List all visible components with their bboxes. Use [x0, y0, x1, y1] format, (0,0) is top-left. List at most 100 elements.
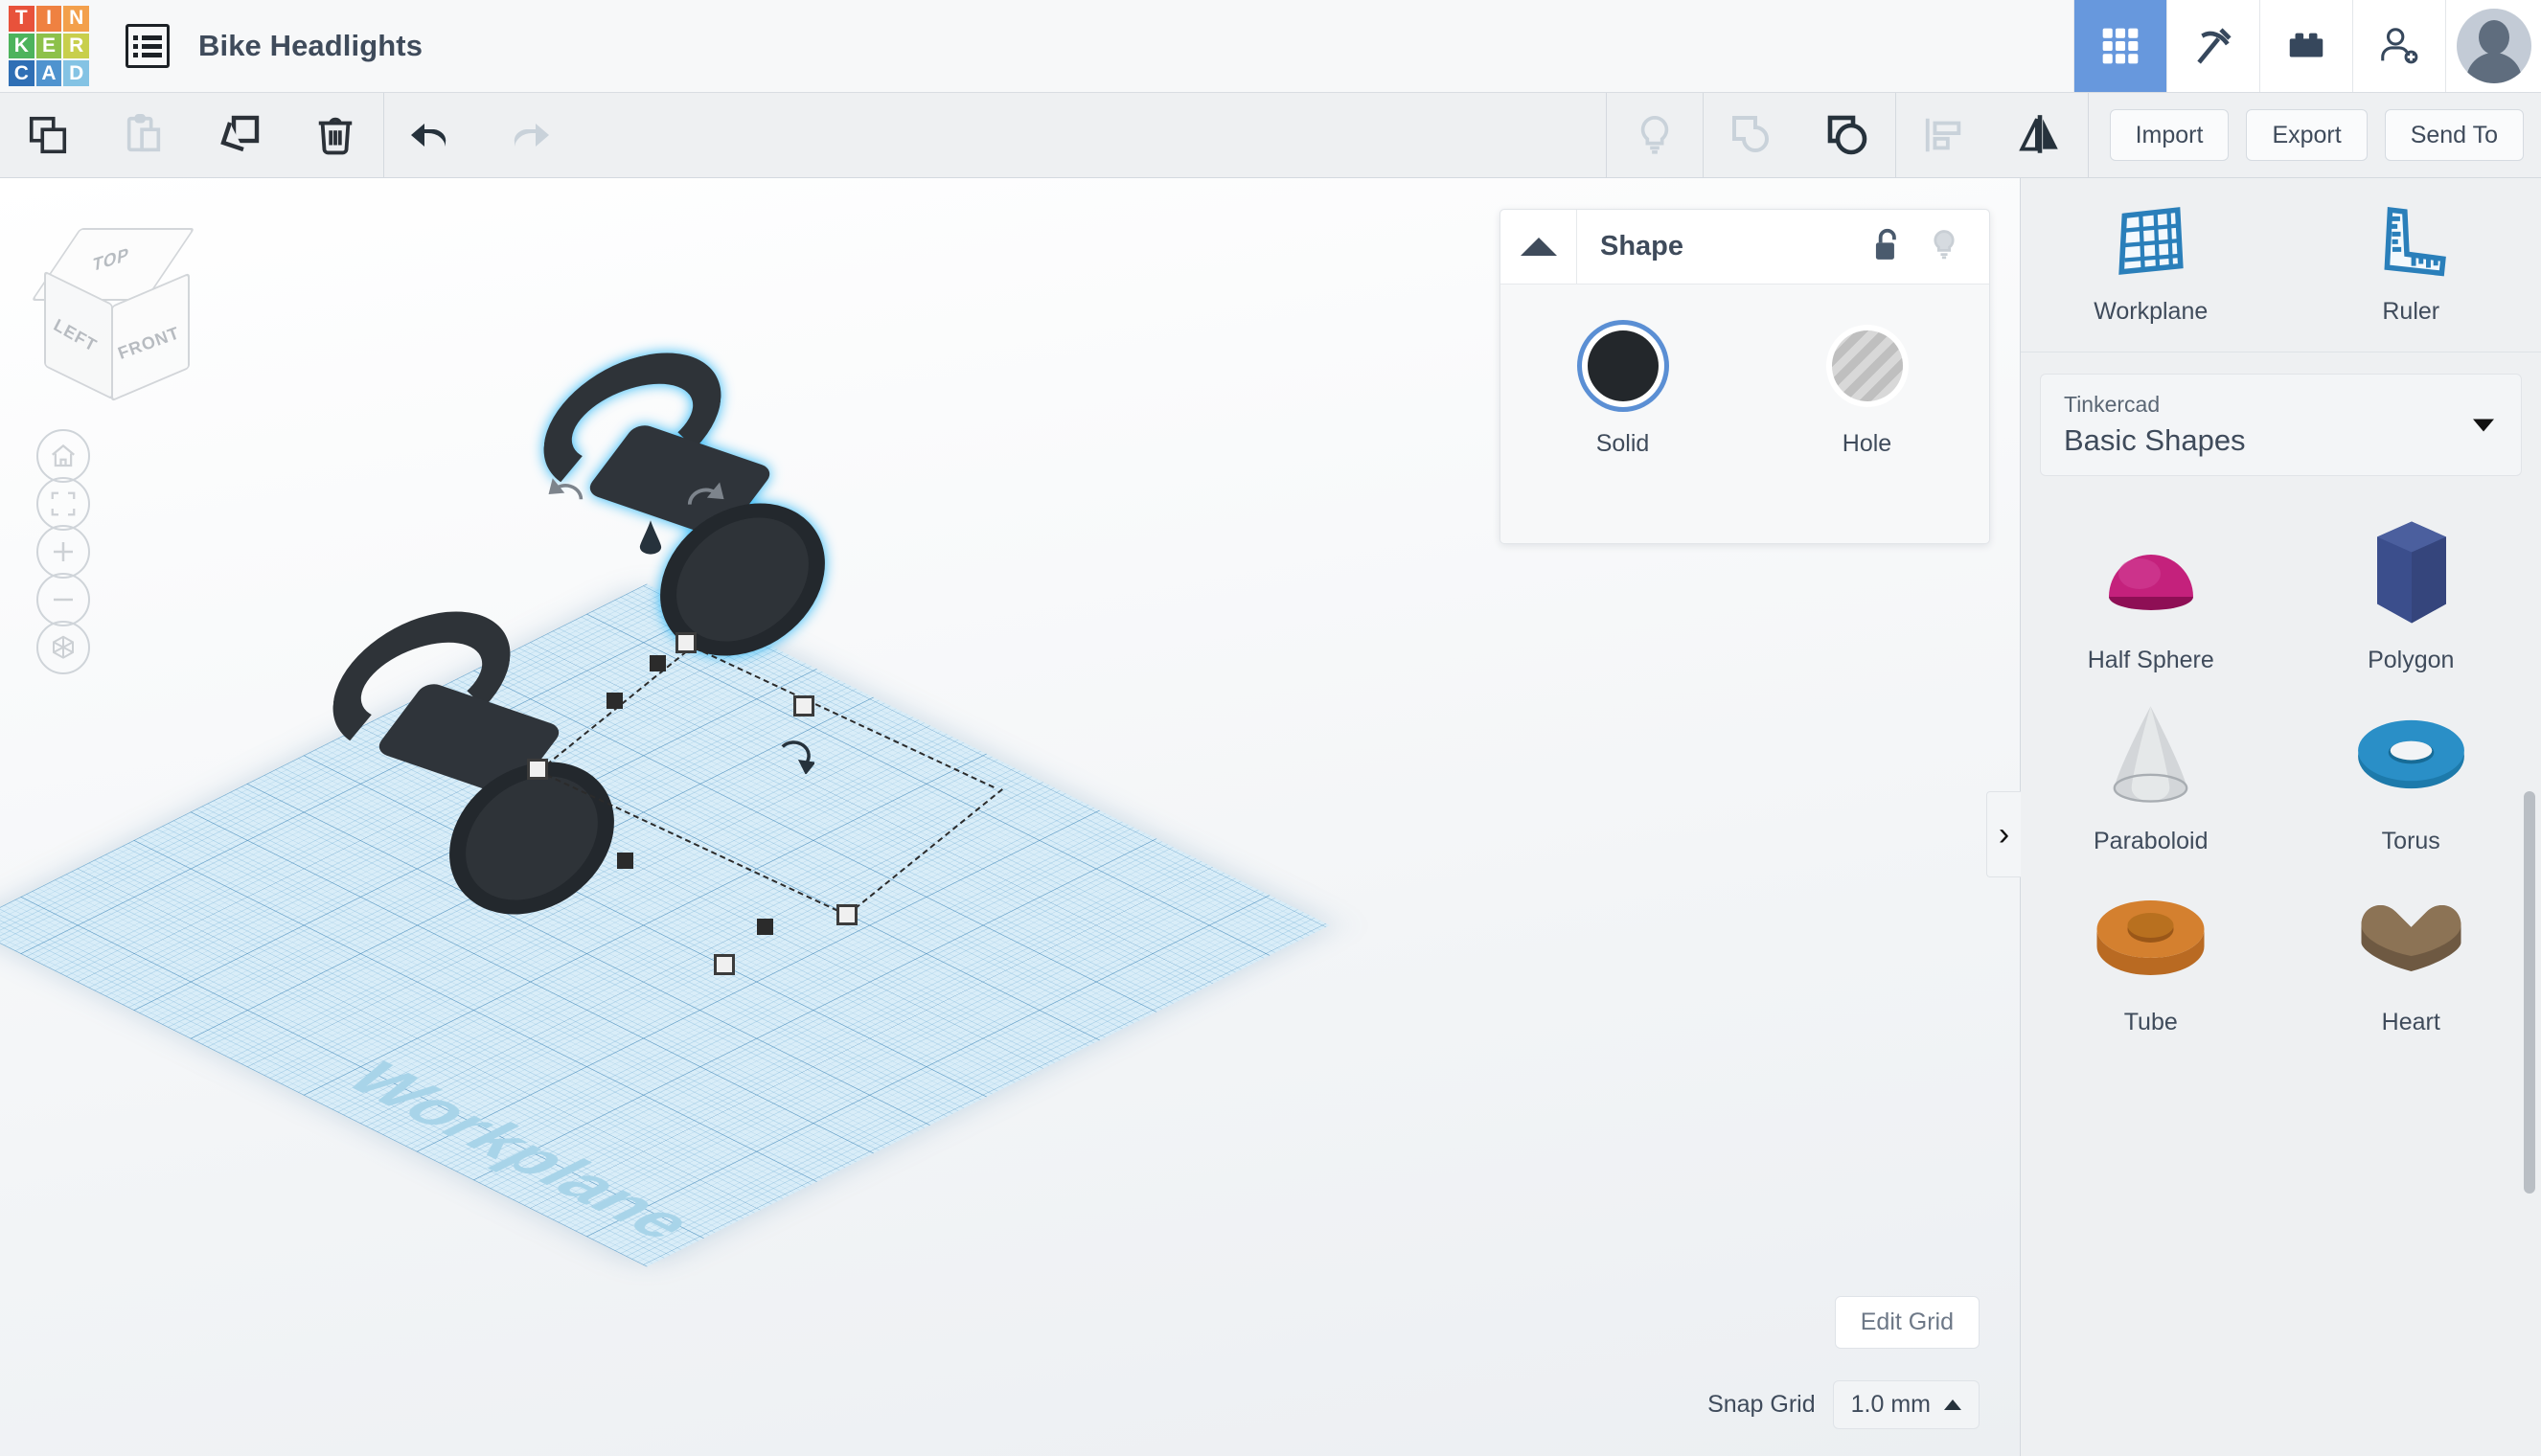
page-title[interactable]: Bike Headlights — [198, 29, 423, 63]
hole-label: Hole — [1843, 430, 1891, 458]
copy-icon[interactable] — [0, 93, 96, 177]
shape-panel-header-icons — [1870, 226, 1960, 267]
library-group-label: Tinkercad — [2064, 392, 2498, 418]
zoom-in-icon[interactable] — [36, 525, 90, 579]
torus-thumb — [2334, 682, 2487, 826]
export-button[interactable]: Export — [2246, 109, 2367, 161]
home-view-icon[interactable] — [36, 429, 90, 483]
view-orientation-cube[interactable]: TOP LEFT FRONT — [36, 226, 204, 384]
shape-inspector-panel: Shape Solid — [1499, 209, 1990, 544]
midpoint-handle[interactable] — [607, 693, 623, 709]
caret-up-icon — [1944, 1399, 1961, 1410]
sidebar-tool-ruler[interactable]: Ruler — [2281, 178, 2541, 352]
midpoint-handle[interactable] — [617, 853, 633, 869]
solid-swatch — [1588, 330, 1659, 401]
shape-item-paraboloid[interactable]: Paraboloid — [2021, 682, 2281, 855]
midpoint-handle[interactable] — [757, 919, 773, 935]
shape-panel-title: Shape — [1600, 231, 1683, 262]
shape-option-solid[interactable]: Solid — [1500, 330, 1745, 458]
tinkercad-logo[interactable]: T I N K E R C A D — [9, 6, 89, 86]
shape-item-torus[interactable]: Torus — [2281, 682, 2541, 855]
snap-grid-select[interactable]: 1.0 mm — [1833, 1380, 1980, 1429]
fit-to-view-icon[interactable] — [36, 477, 90, 531]
topbar-icon-group — [2073, 0, 2541, 92]
shape-item-label: Tube — [2124, 1009, 2178, 1036]
logo-cell: R — [63, 34, 89, 59]
import-button[interactable]: Import — [2110, 109, 2230, 161]
collapse-panel-chevron-icon[interactable]: › — [1986, 791, 2021, 877]
workplane-watermark: Workplane — [326, 1054, 716, 1248]
library-selected-label: Basic Shapes — [2064, 423, 2498, 458]
rotate-handle-left[interactable] — [546, 475, 588, 510]
align-icon[interactable] — [1896, 93, 1992, 177]
sidebar-tool-label: Ruler — [2382, 298, 2439, 326]
snap-grid-control: Snap Grid 1.0 mm — [1707, 1380, 1980, 1429]
shape-item-polygon[interactable]: Polygon — [2281, 501, 2541, 674]
shape-library-dropdown[interactable]: Tinkercad Basic Shapes — [2040, 374, 2522, 476]
pickaxe-minecraft-icon[interactable] — [2166, 0, 2259, 92]
resize-handle[interactable] — [714, 954, 735, 975]
lightbulb-icon[interactable] — [1607, 93, 1703, 177]
heart-thumb — [2334, 863, 2487, 1007]
zoom-out-icon[interactable] — [36, 573, 90, 626]
snap-grid-label: Snap Grid — [1707, 1391, 1816, 1419]
duplicate-icon[interactable] — [192, 93, 287, 177]
resize-handle[interactable] — [793, 695, 814, 717]
height-cone-handle[interactable] — [638, 518, 663, 555]
solid-label: Solid — [1596, 430, 1650, 458]
avatar[interactable] — [2445, 0, 2541, 92]
user-avatar — [2457, 9, 2531, 83]
paste-icon[interactable] — [96, 93, 192, 177]
redo-icon[interactable] — [480, 93, 576, 177]
polygon-thumb — [2334, 501, 2487, 645]
midpoint-handle[interactable] — [650, 655, 666, 671]
tube-thumb — [2074, 863, 2228, 1007]
shape-item-label: Half Sphere — [2088, 647, 2214, 674]
shape-grid: Half Sphere Polygon — [2021, 476, 2541, 1036]
mirror-flip-icon[interactable] — [1992, 93, 2088, 177]
send-to-button[interactable]: Send To — [2385, 109, 2524, 161]
logo-cell: A — [36, 60, 62, 86]
logo-cell: I — [36, 6, 62, 32]
logo-cell: K — [9, 34, 34, 59]
add-person-icon[interactable] — [2352, 0, 2445, 92]
delete-trash-icon[interactable] — [287, 93, 383, 177]
shape-item-label: Polygon — [2368, 647, 2454, 674]
rotate-handle-top[interactable] — [682, 479, 726, 515]
unlock-icon[interactable] — [1870, 226, 1903, 267]
ungroup-icon[interactable] — [1799, 93, 1895, 177]
shape-option-hole[interactable]: Hole — [1745, 330, 1989, 458]
edit-toolbar: Import Export Send To — [0, 93, 2541, 178]
shape-item-half-sphere[interactable]: Half Sphere — [2021, 501, 2281, 674]
collapse-triangle-icon[interactable] — [1500, 210, 1577, 284]
shapes-sidebar: › Workplane Ruler Tinkercad — [2020, 178, 2541, 1456]
paraboloid-thumb — [2074, 682, 2228, 826]
blocks-grid-icon[interactable] — [2073, 0, 2166, 92]
selection-gizmo — [517, 552, 834, 782]
sidebar-tool-label: Workplane — [2094, 298, 2208, 326]
lego-brick-icon[interactable] — [2259, 0, 2352, 92]
edit-grid-button[interactable]: Edit Grid — [1835, 1296, 1980, 1349]
shape-item-label: Paraboloid — [2094, 828, 2209, 855]
logo-cell: E — [36, 34, 62, 59]
shape-item-heart[interactable]: Heart — [2281, 863, 2541, 1036]
lightbulb-icon[interactable] — [1928, 226, 1960, 267]
logo-cell: D — [63, 60, 89, 86]
sidebar-scrollbar[interactable] — [2524, 791, 2535, 1194]
shape-item-tube[interactable]: Tube — [2021, 863, 2281, 1036]
logo-cell: N — [63, 6, 89, 32]
chevron-down-icon — [2473, 419, 2494, 431]
group-icon[interactable] — [1704, 93, 1799, 177]
toolbar-divider — [2088, 93, 2089, 177]
rotate-handle-bottom[interactable] — [774, 739, 814, 774]
resize-handle[interactable] — [675, 632, 697, 653]
shape-panel-body: Solid Hole — [1500, 284, 1989, 458]
half-sphere-thumb — [2074, 501, 2228, 645]
logo-cell: T — [9, 6, 34, 32]
orthographic-toggle-icon[interactable] — [36, 621, 90, 674]
undo-icon[interactable] — [384, 93, 480, 177]
resize-handle[interactable] — [527, 759, 548, 780]
list-menu-icon[interactable] — [126, 24, 170, 68]
resize-handle[interactable] — [836, 904, 858, 925]
sidebar-tool-workplane[interactable]: Workplane — [2021, 178, 2281, 352]
